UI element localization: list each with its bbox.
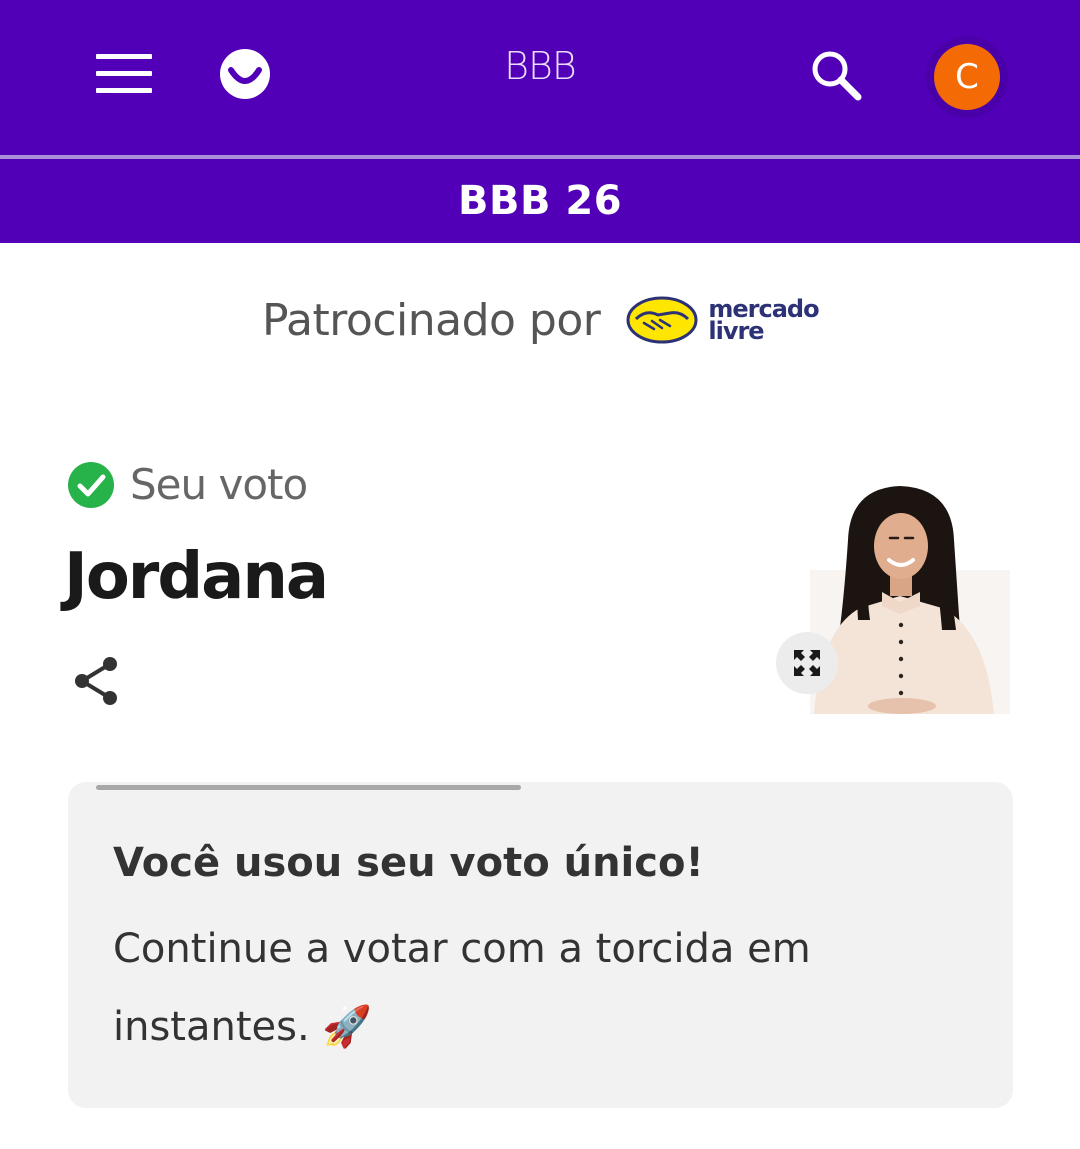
section-title: BBB 26: [457, 178, 623, 224]
smiley-logo-icon[interactable]: [219, 48, 271, 100]
candidate-photo[interactable]: [810, 480, 1010, 714]
expand-photo-button[interactable]: [776, 632, 838, 694]
user-avatar[interactable]: C: [926, 36, 1008, 118]
share-icon[interactable]: [72, 655, 122, 707]
mercado-livre-logo[interactable]: mercado livre: [626, 295, 826, 345]
avatar-initial: C: [934, 44, 1000, 110]
vote-confirmation-card: Você usou seu voto único! Continue a vot…: [68, 782, 1013, 1108]
page-title: BBB: [504, 44, 577, 88]
expand-icon: [794, 650, 820, 676]
candidate-name: Jordana: [64, 540, 329, 614]
section-bar: BBB 26: [0, 159, 1080, 243]
card-title: Você usou seu voto único!: [113, 840, 704, 886]
cooldown-progress-bar: [96, 785, 521, 790]
menu-button[interactable]: [92, 50, 156, 98]
sponsor-logo-text: mercado livre: [708, 295, 819, 345]
card-body: Continue a votar com a torcida em instan…: [113, 926, 811, 1050]
sponsor-label: Patrocinado por: [262, 294, 601, 346]
handshake-logo-icon: [626, 296, 698, 344]
vote-status-label: Seu voto: [130, 460, 308, 509]
vote-status: Seu voto: [68, 460, 308, 509]
top-app-bar: BBB C: [0, 0, 1080, 155]
search-icon[interactable]: [808, 48, 868, 104]
sponsor-banner: Patrocinado por mercado livre: [262, 285, 826, 355]
check-circle-icon: [68, 461, 114, 508]
